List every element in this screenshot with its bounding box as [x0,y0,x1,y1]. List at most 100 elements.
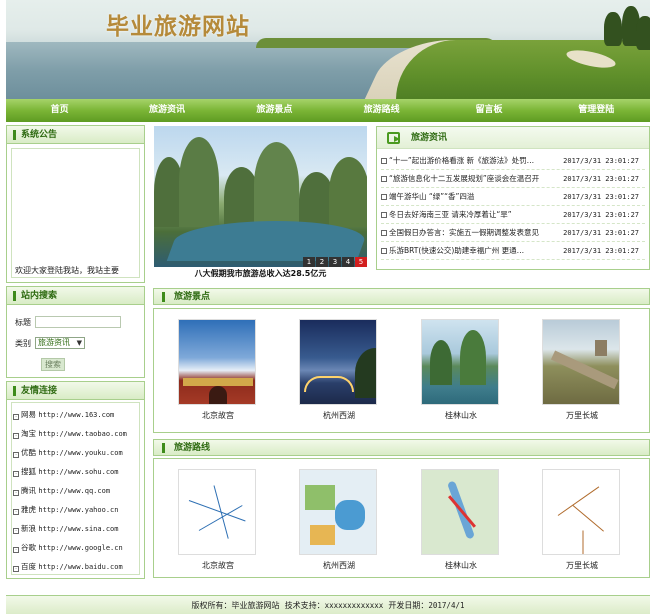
wall-segment [550,350,619,390]
watch-tower [595,340,607,356]
news-item-date: 2017/3/31 23:01:27 [563,157,639,165]
footer-support-value: xxxxxxxxxxxxx [324,601,384,610]
news-item[interactable]: “旅游信息化十二五发展规划”座谈会在温召开 2017/3/31 23:01:27 [381,170,645,188]
site-footer: 版权所有：毕业旅游网站 技术支持：xxxxxxxxxxxxx 开发日期：2017… [6,595,650,614]
link-name: 谷歌 [21,543,36,552]
news-item-date: 2017/3/31 23:01:27 [563,193,639,201]
route-card[interactable]: 杭州西湖 [299,469,379,571]
search-button[interactable]: 搜索 [41,358,65,371]
nav-item-routes[interactable]: 旅游路线 [328,99,435,122]
link-item[interactable]: · 百度 http://www.baidu.com [13,561,123,572]
slide-page-4[interactable]: 4 [342,257,354,267]
header-marker-icon [13,130,16,140]
bullet-icon [381,212,387,218]
link-item[interactable]: · 腾讯 http://www.qq.com [13,485,110,496]
news-item[interactable]: 端午游华山 “绿”“香”四溢 2017/3/31 23:01:27 [381,188,645,206]
banner-tree [604,12,622,46]
scenic-card[interactable]: 桂林山水 [421,319,501,421]
news-icon [387,132,400,144]
link-url: http://www.sina.com [38,525,119,533]
lake-hill [355,348,376,398]
route-card[interactable]: 北京故宫 [178,469,258,571]
route-card-name: 桂林山水 [445,561,477,570]
slide-page-2[interactable]: 2 [316,257,328,267]
links-header: 友情连接 [7,382,144,400]
banner-tree [636,16,650,50]
link-name: 腾讯 [21,486,36,495]
scenic-card[interactable]: 杭州西湖 [299,319,379,421]
search-title-input[interactable] [35,316,121,328]
slide-karst-peak [329,157,367,227]
scenic-title: 旅游景点 [174,292,211,302]
palace-roof [183,378,253,386]
slide-page-1[interactable]: 1 [303,257,315,267]
slideshow-caption[interactable]: 八大假期我市旅游总收入达28.5亿元 [154,268,367,279]
slide-page-3[interactable]: 3 [329,257,341,267]
link-item[interactable]: · 搜狐 http://www.sohu.com [13,466,118,477]
bullet-icon: · [13,509,19,515]
hangzhou-route-map [299,469,377,555]
routes-header: 旅游路线 [153,439,650,456]
header-marker-icon [162,443,165,453]
scenic-header: 旅游景点 [153,288,650,305]
nav-item-guestbook[interactable]: 留言板 [435,99,542,122]
slideshow-image[interactable]: 1 2 3 4 5 [154,126,367,267]
nav-item-news[interactable]: 旅游资讯 [113,99,220,122]
link-name: 雅虎 [21,505,36,514]
route-card-name: 北京故宫 [202,561,234,570]
notice-panel: 系统公告 欢迎大家登陆我站，我站主要 [6,125,145,283]
route-card-name: 杭州西湖 [323,561,355,570]
bullet-icon: · [13,528,19,534]
news-item[interactable]: 冬日去好海南三亚 请来冷厚着让“旱” 2017/3/31 23:01:27 [381,206,645,224]
scenic-card[interactable]: 万里长城 [542,319,622,421]
footer-date-label: 开发日期： [388,601,429,610]
site-banner: 毕业旅游网站 [6,0,650,99]
dropdown-arrow-icon: ▼ [76,339,82,347]
link-item[interactable]: · 淘宝 http://www.taobao.com [13,428,127,439]
map-area [305,485,335,510]
nav-item-scenic[interactable]: 旅游景点 [221,99,328,122]
slide-page-5[interactable]: 5 [355,257,367,267]
scenic-card[interactable]: 北京故宫 [178,319,258,421]
bullet-icon: · [13,547,19,553]
main-nav: 首页 旅游资讯 旅游景点 旅游路线 留言板 管理登陆 [6,99,650,122]
news-title: 旅游资讯 [411,133,448,143]
great-wall-route-map [542,469,620,555]
route-card-name: 万里长城 [566,561,598,570]
news-item[interactable]: 乐游BRT(快速公交)助建幸福广州 更通… 2017/3/31 23:01:27 [381,242,645,260]
link-item[interactable]: · 优酷 http://www.youku.com [13,447,123,458]
route-card[interactable]: 万里长城 [542,469,622,571]
link-item[interactable]: · 雅虎 http://www.yahoo.cn [13,504,118,515]
search-category-select[interactable]: 旅游资讯 ▼ [35,337,85,349]
links-title: 友情连接 [21,386,58,396]
news-item-title: 全国假日办答言：实施五一假期调整发表意见 [389,228,539,237]
bullet-icon [381,248,387,254]
map-route-line [582,530,584,554]
news-item[interactable]: 全国假日办答言：实施五一假期调整发表意见 2017/3/31 23:01:27 [381,224,645,242]
west-lake-photo [299,319,377,405]
news-item[interactable]: “十一”起出游价格看涨 新《旅游法》处罚… 2017/3/31 23:01:27 [381,152,645,170]
news-item-title: “旅游信息化十二五发展规划”座谈会在温召开 [389,174,540,183]
footer-copyright-label: 版权所有： [191,601,232,610]
route-card[interactable]: 桂林山水 [421,469,501,571]
link-url: http://www.163.com [38,411,115,419]
link-item[interactable]: · 新浪 http://www.sina.com [13,523,118,534]
news-item-date: 2017/3/31 23:01:27 [563,247,639,255]
scenic-panel: 北京故宫 杭州西湖 桂林山水 万里长城 [153,308,650,433]
news-item-date: 2017/3/31 23:01:27 [563,175,639,183]
beijing-route-map [178,469,256,555]
nav-item-admin-login[interactable]: 管理登陆 [543,99,650,122]
link-item[interactable]: · 谷歌 http://www.google.cn [13,542,123,553]
notice-content [11,148,140,278]
news-item-title: 冬日去好海南三亚 请来冷厚着让“旱” [389,210,512,219]
link-name: 网易 [21,410,36,419]
link-url: http://www.youku.com [38,449,123,457]
link-item[interactable]: · 网易 http://www.163.com [13,409,114,420]
header-marker-icon [13,291,16,301]
link-url: http://www.google.cn [38,544,123,552]
bullet-icon [381,158,387,164]
nav-item-home[interactable]: 首页 [6,99,113,122]
slide-river [166,221,367,261]
bullet-icon: · [13,566,19,572]
notice-title: 系统公告 [21,130,58,140]
